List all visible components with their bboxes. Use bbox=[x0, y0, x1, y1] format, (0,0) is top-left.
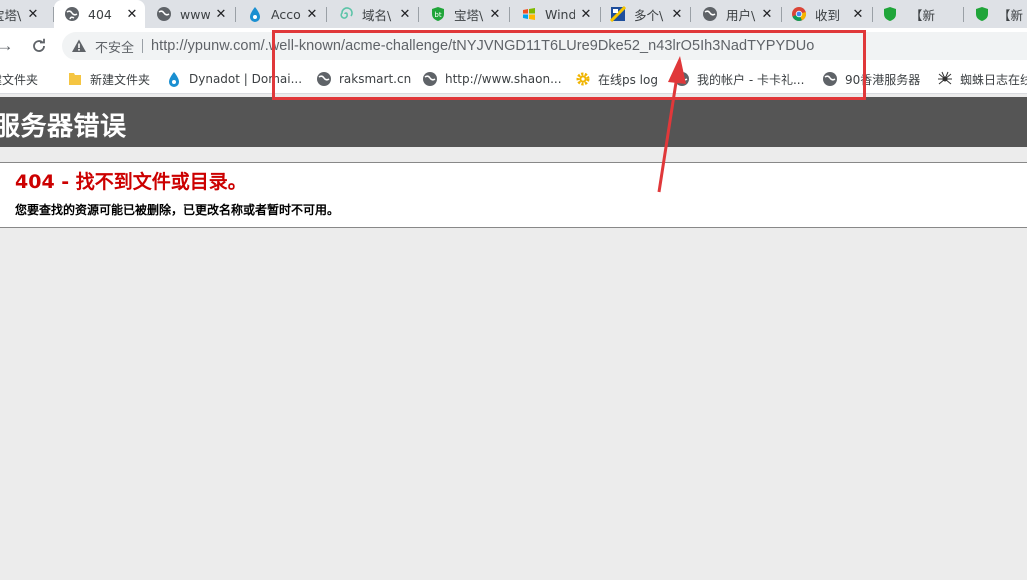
arrow-right-icon: → bbox=[0, 36, 14, 55]
tab-title: 用户\ bbox=[726, 7, 756, 23]
tab-separator bbox=[963, 7, 964, 22]
tab-title: 宝塔\ bbox=[454, 7, 484, 23]
bookmark-spider-log[interactable]: 蜘蛛日志在线 bbox=[937, 70, 1027, 88]
bookmark-label: 建文件夹 bbox=[0, 72, 39, 87]
tab-user[interactable]: 用户\ ✕ bbox=[692, 0, 780, 28]
bookmark-folder-1[interactable]: 建文件夹 bbox=[0, 70, 38, 88]
close-icon[interactable]: ✕ bbox=[398, 6, 412, 21]
close-icon[interactable]: ✕ bbox=[851, 6, 865, 21]
annotation-highlight-box bbox=[272, 30, 866, 100]
tab-title: 【新 bbox=[910, 7, 936, 23]
tab-separator bbox=[509, 7, 510, 22]
close-icon[interactable]: ✕ bbox=[760, 6, 774, 21]
tab-new-1[interactable]: 【新 bbox=[910, 0, 962, 28]
tab-new-2[interactable]: 【新 bbox=[968, 0, 1027, 28]
reload-button[interactable] bbox=[26, 33, 52, 59]
error-code: 404 - 找不到文件或目录。 bbox=[15, 171, 247, 193]
tab-separator bbox=[418, 7, 419, 22]
globe-icon bbox=[64, 6, 80, 22]
svg-text:bt: bt bbox=[434, 11, 441, 19]
close-icon[interactable]: ✕ bbox=[579, 6, 593, 21]
tab-separator bbox=[690, 7, 691, 22]
tab-windows[interactable]: Wind ✕ bbox=[511, 0, 599, 28]
tab-strip: 宝塔\ ✕ 404 ✕ www. ✕ Acco ✕ 域名\ ✕ bt bbox=[0, 0, 1027, 28]
error-description: 您要查找的资源可能已被删除，已更改名称或者暂时不可用。 bbox=[15, 203, 340, 217]
close-icon[interactable]: ✕ bbox=[125, 6, 139, 21]
bookmark-label: 蜘蛛日志在线 bbox=[960, 72, 1027, 87]
url-host: http://ypunw.com bbox=[151, 38, 261, 54]
tab-separator bbox=[872, 7, 873, 22]
bt-shield-icon bbox=[882, 6, 898, 22]
close-icon[interactable]: ✕ bbox=[488, 6, 502, 21]
error-box: 404 - 找不到文件或目录。 您要查找的资源可能已被删除，已更改名称或者暂时不… bbox=[0, 162, 1027, 228]
tab-baota-2[interactable]: bt 宝塔\ ✕ bbox=[420, 0, 508, 28]
tab-separator bbox=[235, 7, 236, 22]
close-icon[interactable]: ✕ bbox=[670, 6, 684, 21]
tab-title: 多个\ bbox=[634, 7, 664, 23]
reload-icon bbox=[33, 38, 45, 52]
close-icon[interactable]: ✕ bbox=[26, 6, 40, 21]
tab-separator bbox=[326, 7, 327, 22]
page-content: 服务器错误 404 - 找不到文件或目录。 您要查找的资源可能已被删除，已更改名… bbox=[0, 97, 1027, 580]
insecure-label[interactable]: 不安全 bbox=[95, 37, 134, 56]
globe-icon bbox=[156, 6, 172, 22]
tab-404[interactable]: 404 ✕ bbox=[54, 0, 145, 28]
dynadot-icon bbox=[247, 6, 263, 22]
warning-icon[interactable] bbox=[71, 38, 87, 54]
tab-domain[interactable]: 域名\ ✕ bbox=[328, 0, 418, 28]
bt-shield-icon: bt bbox=[430, 6, 446, 22]
error-header: 服务器错误 bbox=[0, 97, 1027, 147]
forward-button[interactable]: → bbox=[0, 33, 18, 59]
tab-title: 【新 bbox=[998, 7, 1024, 23]
close-icon[interactable]: ✕ bbox=[305, 6, 319, 21]
tab-separator bbox=[600, 7, 601, 22]
tab-title: Wind bbox=[545, 6, 575, 22]
tab-separator bbox=[781, 7, 782, 22]
tab-www[interactable]: www. ✕ bbox=[146, 0, 234, 28]
spiral-icon bbox=[338, 6, 354, 22]
page-title: 服务器错误 bbox=[0, 112, 127, 142]
tab-baota-3[interactable] bbox=[876, 0, 904, 28]
dynadot-icon bbox=[166, 71, 182, 87]
divider bbox=[142, 39, 144, 53]
globe-icon bbox=[702, 6, 718, 22]
tab-title: www. bbox=[180, 6, 210, 22]
bt-shield-icon bbox=[974, 6, 990, 22]
tab-title: Acco bbox=[271, 6, 301, 22]
folder-icon bbox=[67, 71, 83, 87]
tab-title: 宝塔\ bbox=[0, 7, 22, 23]
tab-baota-1[interactable]: 宝塔\ ✕ bbox=[0, 0, 46, 28]
close-icon[interactable]: ✕ bbox=[214, 6, 228, 21]
tab-title: 收到 bbox=[815, 7, 841, 23]
tab-received[interactable]: 收到 ✕ bbox=[783, 0, 871, 28]
tab-multiple[interactable]: 多个\ ✕ bbox=[602, 0, 690, 28]
windows-icon bbox=[521, 6, 537, 22]
tab-title: 域名\ bbox=[362, 7, 392, 23]
tab-title: 404 bbox=[88, 6, 112, 22]
chrome-icon bbox=[791, 6, 807, 22]
bookmark-folder-2[interactable]: 新建文件夹 bbox=[67, 70, 150, 88]
image-icon bbox=[610, 6, 626, 22]
bookmark-label: 新建文件夹 bbox=[90, 72, 151, 87]
tab-account[interactable]: Acco ✕ bbox=[237, 0, 325, 28]
spider-icon bbox=[937, 71, 953, 87]
